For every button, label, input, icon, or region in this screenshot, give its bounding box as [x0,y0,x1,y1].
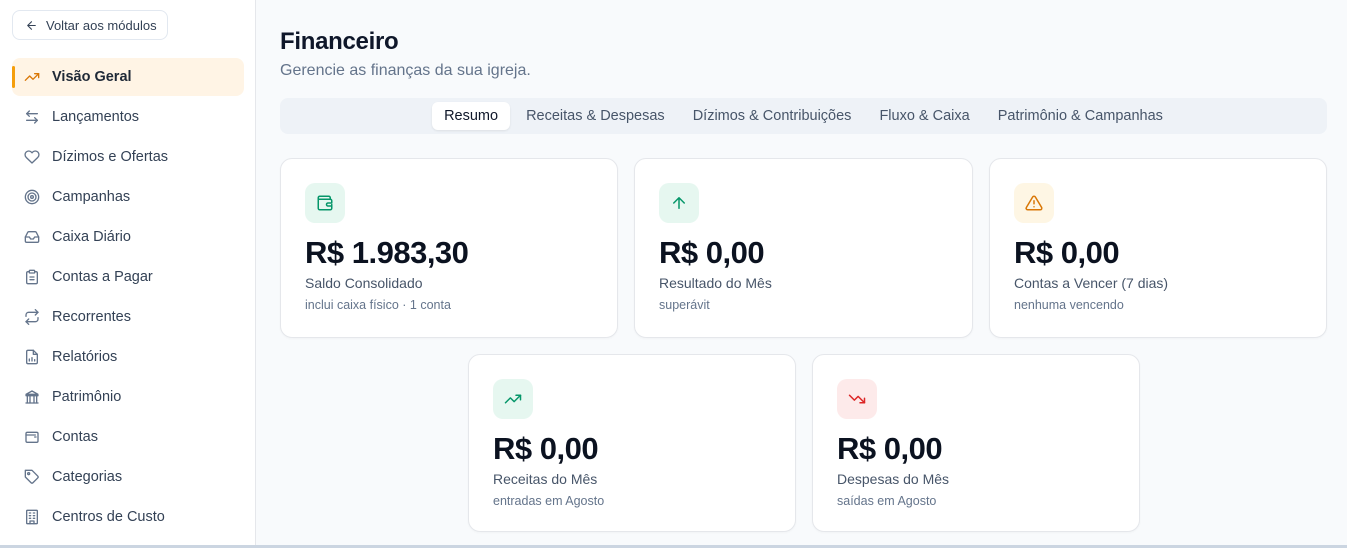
sidebar-item-caixa-diario[interactable]: Caixa Diário [12,218,244,256]
card-note: nenhuma vencendo [1014,298,1124,312]
sidebar-item-label: Patrimônio [52,389,122,405]
sidebar-item-contas-a-pagar[interactable]: Contas a Pagar [12,258,244,296]
sidebar-item-campanhas[interactable]: Campanhas [12,178,244,216]
sidebar-item-label: Contas a Pagar [52,269,153,285]
sidebar-item-label: Campanhas [52,189,131,205]
sidebar-item-label: Lançamentos [52,109,140,125]
card-label: Receitas do Mês [493,471,598,487]
sidebar: Voltar aos módulos Visão Geral Lançament… [0,0,256,548]
card-note: inclui caixa físico · 1 conta [305,298,451,312]
wallet-icon [317,195,333,211]
card-icon-box [659,183,699,223]
sidebar-item-contas[interactable]: Contas [12,418,244,456]
sidebar-item-visao-geral[interactable]: Visão Geral [12,58,244,96]
tab-resumo[interactable]: Resumo [432,102,511,130]
sidebar-item-label: Relatórios [52,349,118,365]
tag-icon [24,469,39,484]
card-value: R$ 0,00 [1014,235,1120,270]
tab-dizimos-contribuicoes[interactable]: Dízimos & Contribuições [681,102,864,130]
sidebar-item-label: Dízimos e Ofertas [52,149,169,165]
repeat-icon [25,309,39,325]
card-value: R$ 0,00 [837,431,943,466]
sidebar-item-label: Recorrentes [52,309,131,325]
back-button-label: Voltar aos módulos [46,17,157,33]
wallet-icon [25,431,39,443]
sidebar-item-label: Caixa Diário [52,229,131,245]
arrow-up-icon [673,197,685,209]
card-label: Resultado do Mês [659,275,772,291]
sidebar-item-dizimos-ofertas[interactable]: Dízimos e Ofertas [12,138,244,176]
arrow-left-icon [27,20,36,30]
tab-patrimonio-campanhas[interactable]: Patrimônio & Campanhas [986,102,1175,130]
trending-down-icon [848,394,866,404]
trending-up-icon [24,73,40,81]
page-title: Financeiro [280,28,399,55]
warning-icon [1025,195,1043,211]
card-icon-box [1014,183,1054,223]
bank-icon [25,390,39,404]
tab-receitas-despesas[interactable]: Receitas & Despesas [514,102,677,130]
card-value: R$ 0,00 [493,431,599,466]
tab-fluxo-caixa[interactable]: Fluxo & Caixa [867,102,981,130]
clipboard-icon [26,269,38,285]
trending-up-icon [504,394,522,404]
building-icon [26,509,38,525]
sidebar-item-lancamentos[interactable]: Lançamentos [12,98,244,136]
sidebar-item-label: Visão Geral [52,69,132,85]
sidebar-item-label: Centros de Custo [52,509,165,525]
target-icon [24,189,40,205]
card-label: Despesas do Mês [837,471,950,487]
card-contas-a-vencer: R$ 0,00 Contas a Vencer (7 dias) nenhuma… [989,158,1327,338]
sidebar-item-centros-de-custo[interactable]: Centros de Custo [12,498,244,536]
card-resultado-do-mes: R$ 0,00 Resultado do Mês superávit [634,158,973,338]
heart-icon [24,150,40,164]
report-icon [26,349,38,365]
card-saldo-consolidado: R$ 1.983,30 Saldo Consolidado inclui cai… [280,158,618,338]
card-icon-box [493,379,533,419]
sidebar-item-label: Contas [52,429,98,445]
card-icon-box [305,183,345,223]
sidebar-item-relatorios[interactable]: Relatórios [12,338,244,376]
card-note: entradas em Agosto [493,494,605,508]
main-content: Financeiro Gerencie as finanças da sua i… [256,0,1347,548]
card-note: superávit [659,298,710,312]
tab-bar: Resumo Receitas & Despesas Dízimos & Con… [280,98,1327,134]
card-receitas-do-mes: R$ 0,00 Receitas do Mês entradas em Agos… [468,354,796,532]
card-value: R$ 0,00 [659,235,765,270]
card-despesas-do-mes: R$ 0,00 Despesas do Mês saídas em Agosto [812,354,1140,532]
sidebar-item-categorias[interactable]: Categorias [12,458,244,496]
card-value: R$ 1.983,30 [305,235,469,270]
sidebar-item-patrimonio[interactable]: Patrimônio [12,378,244,416]
card-label: Saldo Consolidado [305,275,423,291]
inbox-icon [24,231,40,243]
card-icon-box [837,379,877,419]
sidebar-item-recorrentes[interactable]: Recorrentes [12,298,244,336]
back-to-modules-button[interactable]: Voltar aos módulos [12,10,168,40]
arrows-swap-icon [26,110,38,124]
page-subtitle: Gerencie as finanças da sua igreja. [280,62,531,79]
sidebar-item-label: Categorias [52,469,123,485]
sidebar-nav: Visão Geral Lançamentos Dízimos e Oferta… [12,58,244,538]
card-label: Contas a Vencer (7 dias) [1014,275,1169,291]
card-note: saídas em Agosto [837,494,937,508]
